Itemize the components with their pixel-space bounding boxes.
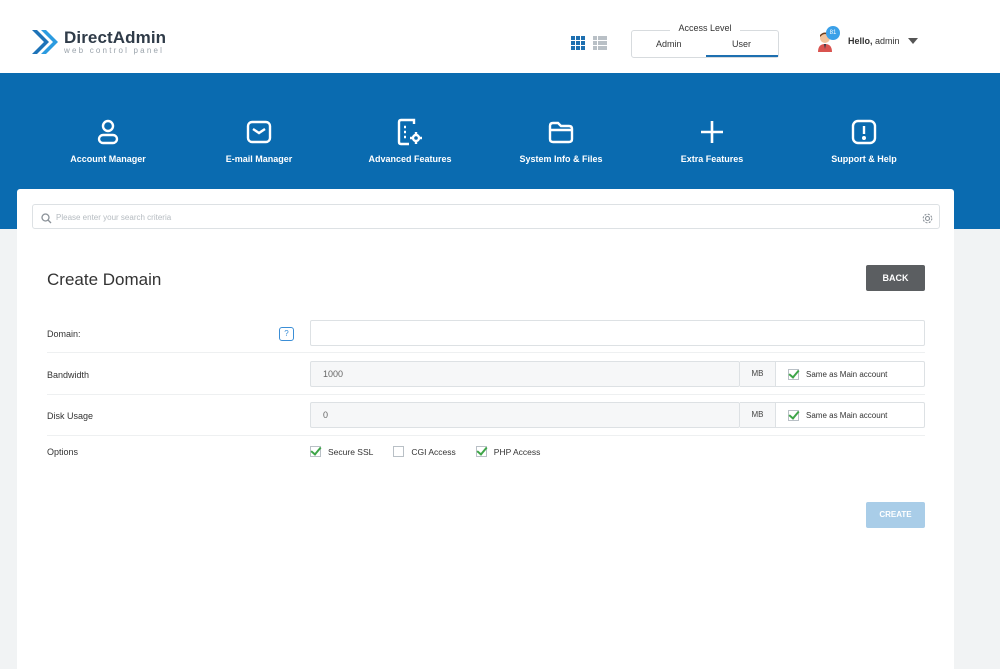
notification-badge: 81 [826,26,840,40]
access-level-switch: Access Level Admin User [631,23,779,58]
nav-label: E-mail Manager [225,154,293,164]
list-view-icon[interactable] [593,36,607,50]
page-title: Create Domain [47,270,162,289]
option-php-access[interactable]: PHP Access [475,446,541,457]
disk-usage-row: Disk Usage 0 MB Same as Main account [47,395,925,436]
directadmin-logo-icon [30,26,60,58]
folder-icon [486,117,636,147]
checkbox-checked-icon[interactable] [310,446,321,457]
option-label: Secure SSL [328,446,374,457]
option-secure-ssl[interactable]: Secure SSL [310,446,373,457]
checkbox-checked-icon[interactable] [788,368,799,380]
logo[interactable]: DirectAdmin web control panel [30,26,166,58]
help-icon[interactable]: ? [279,327,294,341]
option-cgi-access[interactable]: CGI Access [393,446,456,457]
nav-advanced-features[interactable]: Advanced Features [335,117,485,164]
alert-icon [789,117,939,147]
disk-usage-input[interactable]: 0 [310,402,740,428]
option-label: CGI Access [411,446,456,457]
option-label: PHP Access [493,446,541,457]
user-icon [33,117,183,147]
search-input[interactable] [56,209,896,225]
disk-usage-unit: MB [740,402,776,428]
nav-label: Extra Features [680,154,744,164]
mail-icon [184,117,334,147]
view-toggle [571,36,607,50]
logo-subtitle: web control panel [64,46,165,55]
bandwidth-row: Bandwidth 1000 MB Same as Main account [47,353,925,395]
nav-extra-features[interactable]: Extra Features [637,117,787,164]
nav-label: System Info & Files [519,154,603,164]
top-header: DirectAdmin web control panel Access Lev… [0,0,1000,73]
avatar[interactable]: 81 [816,26,840,52]
nav-account-manager[interactable]: Account Manager [33,117,183,164]
disk-same-label: Same as Main account [806,410,888,420]
checkbox-checked-icon[interactable] [788,409,799,421]
back-button[interactable]: BACK [866,265,925,291]
username: admin [875,36,900,46]
gear-icon[interactable] [922,211,933,229]
create-button[interactable]: CREATE [866,502,925,528]
logo-title: DirectAdmin [64,28,167,47]
access-selected-indicator [706,55,778,57]
options-row: Options Secure SSL CGI Access PHP Access [47,436,925,468]
bandwidth-same-checkbox[interactable]: Same as Main account [776,361,925,387]
nav-system-info-files[interactable]: System Info & Files [486,117,636,164]
user-menu[interactable]: 81 Hello, admin [816,26,918,52]
access-option-user[interactable]: User [732,39,751,49]
options-group: Secure SSL CGI Access PHP Access [310,446,560,457]
nav-label: Advanced Features [368,154,452,164]
plus-icon [637,117,787,147]
greeting-text: Hello, [848,36,873,46]
nav-label: Account Manager [70,154,146,164]
checkbox-unchecked-icon[interactable] [393,446,405,457]
bandwidth-label: Bandwidth [47,370,90,380]
access-level-label: Access Level [670,23,740,33]
bandwidth-input[interactable]: 1000 [310,361,740,387]
bandwidth-unit: MB [740,361,776,387]
domain-input[interactable] [310,320,925,346]
document-settings-icon [335,117,485,147]
domain-label: Domain: [47,329,81,339]
search-bar [32,204,940,229]
domain-row: Domain: ? [47,315,925,353]
chevron-down-icon[interactable] [907,38,918,44]
checkbox-checked-icon[interactable] [475,446,487,457]
nav-label: Support & Help [831,154,897,164]
disk-same-checkbox[interactable]: Same as Main account [776,402,925,428]
nav-support-help[interactable]: Support & Help [789,117,939,164]
disk-usage-label: Disk Usage [47,411,94,421]
access-option-admin[interactable]: Admin [656,39,682,49]
grid-view-icon[interactable] [571,36,585,50]
main-card: Create Domain BACK Domain: ? Bandwidth 1… [17,189,954,669]
search-icon [41,211,52,229]
options-label: Options [47,447,79,457]
user-greeting: Hello, admin [848,36,900,46]
bandwidth-same-label: Same as Main account [806,369,888,379]
nav-email-manager[interactable]: E-mail Manager [184,117,334,164]
